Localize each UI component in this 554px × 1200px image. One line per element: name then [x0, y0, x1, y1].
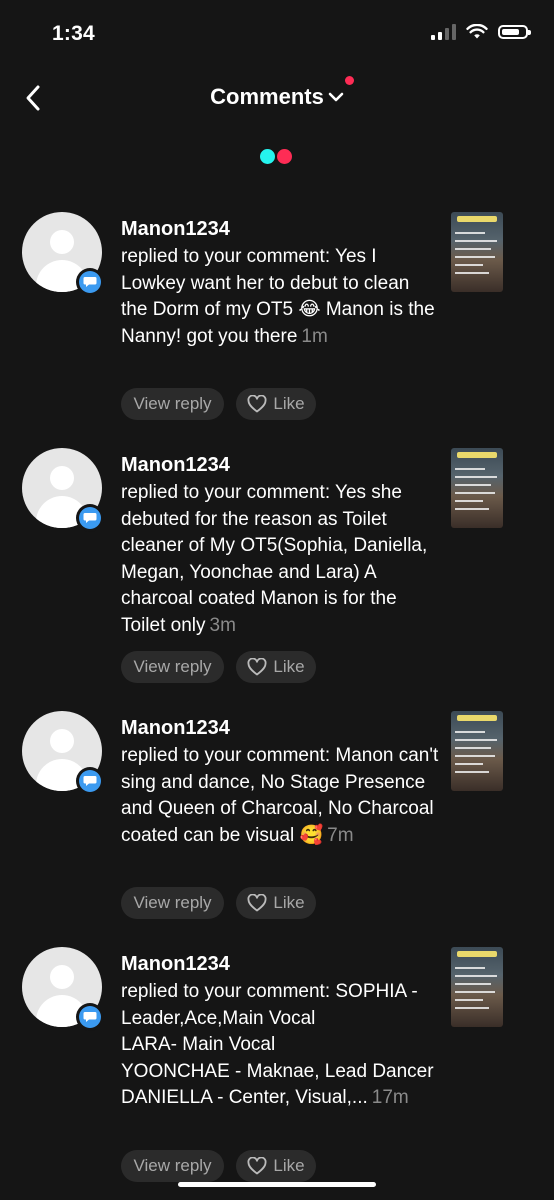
- heart-icon: [247, 658, 267, 676]
- reply-badge-icon: [76, 268, 104, 296]
- comments-header: Comments: [0, 70, 554, 130]
- status-icons: [431, 24, 531, 40]
- comment-time: 1m: [301, 325, 328, 347]
- video-thumbnail[interactable]: [451, 448, 503, 528]
- comment-time: 17m: [371, 1087, 409, 1108]
- red-dot: [277, 149, 292, 164]
- chevron-down-icon: [328, 92, 344, 102]
- like-button[interactable]: Like: [236, 388, 316, 420]
- view-reply-button[interactable]: View reply: [121, 388, 224, 420]
- like-label: Like: [273, 657, 305, 676]
- video-thumbnail[interactable]: [451, 212, 503, 292]
- comment-time: 3m: [209, 614, 236, 636]
- like-label: Like: [273, 1156, 305, 1175]
- status-time: 1:34: [52, 22, 95, 45]
- comment-username[interactable]: Manon1234: [121, 454, 230, 477]
- battery-icon: [498, 25, 531, 39]
- heart-icon: [247, 395, 267, 413]
- comment-username[interactable]: Manon1234: [121, 218, 230, 241]
- like-button[interactable]: Like: [236, 1150, 316, 1182]
- comments-filter-dropdown[interactable]: Comments: [210, 76, 354, 110]
- status-bar: 1:34: [0, 0, 554, 70]
- comment-text: replied to your comment: Yes I Lowkey wa…: [121, 246, 435, 347]
- view-reply-button[interactable]: View reply: [121, 887, 224, 919]
- heart-icon: [247, 1157, 267, 1175]
- reply-badge-icon: [76, 767, 104, 795]
- comment-text: replied to your comment: SOPHIA - Leader…: [121, 981, 434, 1108]
- video-thumbnail[interactable]: [451, 711, 503, 791]
- view-reply-button[interactable]: View reply: [121, 651, 224, 683]
- view-reply-button[interactable]: View reply: [121, 1150, 224, 1182]
- page-title: Comments: [210, 84, 324, 109]
- loading-indicator: [260, 149, 292, 164]
- reply-badge-icon: [76, 504, 104, 532]
- like-button[interactable]: Like: [236, 651, 316, 683]
- like-label: Like: [273, 893, 305, 912]
- wifi-icon: [466, 24, 488, 39]
- comment-time: 7m: [327, 824, 354, 846]
- comment-text: replied to your comment: Manon can't sin…: [121, 745, 439, 846]
- notification-dot: [344, 76, 354, 85]
- comment-username[interactable]: Manon1234: [121, 717, 230, 740]
- video-thumbnail[interactable]: [451, 947, 503, 1027]
- like-label: Like: [273, 394, 305, 413]
- comment-text: replied to your comment: Yes she debuted…: [121, 482, 428, 636]
- cyan-dot: [260, 149, 275, 164]
- cellular-signal-icon: [431, 24, 456, 40]
- comment-username[interactable]: Manon1234: [121, 953, 230, 976]
- heart-icon: [247, 894, 267, 912]
- reply-badge-icon: [76, 1003, 104, 1031]
- home-indicator[interactable]: [178, 1182, 376, 1187]
- like-button[interactable]: Like: [236, 887, 316, 919]
